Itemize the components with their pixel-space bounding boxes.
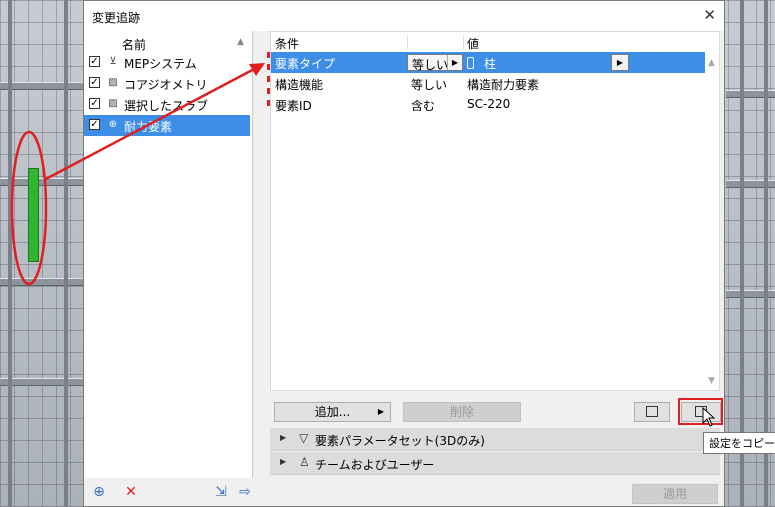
list-item-label: 耐力要素 [124, 120, 173, 134]
operator-value: 等しい [412, 58, 449, 72]
column-icon [467, 57, 474, 69]
operator-dropdown[interactable]: 等しい ▶ [407, 54, 463, 72]
search-element-icon: ⊕ [108, 119, 118, 130]
annotation-dash [267, 76, 270, 82]
expand-triangle-icon[interactable]: ▶ [280, 457, 286, 466]
model-slab [0, 378, 90, 386]
copy-settings-button[interactable] [681, 402, 721, 422]
model-column [8, 0, 12, 507]
criteria-operator: 含む [411, 99, 436, 113]
checkbox[interactable]: ✓ [89, 77, 100, 88]
criteria-scrollbar[interactable]: ▲ ▼ [705, 52, 719, 390]
section-team-users[interactable]: ▶ ♙ チームおよびユーザー [270, 452, 720, 475]
chevron-right-icon: ▶ [377, 407, 384, 416]
delete-icon[interactable]: ✕ [122, 483, 140, 501]
add-button[interactable]: 追加... ▶ [274, 402, 391, 422]
criteria-value-text: 柱 [484, 57, 497, 71]
apply-button[interactable]: 適用 [632, 484, 718, 504]
section-element-parameter-set[interactable]: ▶ ▽ 要素パラメータセット(3Dのみ) [270, 428, 720, 451]
value-dropdown[interactable]: ▶ [611, 54, 629, 71]
criteria-table: 条件 値 要素タイプ 等しい ▶ 柱 ▶ 構造機能 等しい 構造耐力要素 要素I… [270, 31, 720, 391]
list-item-core-geometry[interactable]: ✓ ▨ コアジオメトリ [84, 73, 250, 94]
criteria-value: 構造耐力要素 [467, 78, 540, 92]
add-button-label: 追加... [314, 405, 351, 419]
hatch-icon: ▨ [108, 77, 118, 88]
import-icon[interactable]: ⇲ [212, 483, 230, 501]
checkbox[interactable]: ✓ [89, 98, 100, 109]
model-slab [0, 178, 90, 186]
mep-icon: ⊻ [109, 56, 117, 67]
user-icon: ♙ [299, 455, 310, 469]
close-icon[interactable]: ✕ [703, 5, 716, 25]
model-slab [0, 82, 90, 90]
sort-up-icon[interactable]: ▲ [237, 37, 244, 47]
frame-icon [695, 406, 707, 417]
expand-triangle-icon[interactable]: ▶ [280, 433, 286, 442]
annotation-dash [267, 52, 270, 58]
copy-settings-tooltip: 設定をコピー [703, 432, 775, 454]
dialog-title: 変更追跡 [92, 11, 141, 25]
criteria-row-element-id[interactable]: 要素ID 含む SC-220 [271, 94, 705, 115]
scroll-down-icon[interactable]: ▼ [708, 376, 715, 386]
criteria-row-element-type[interactable]: 要素タイプ 等しい ▶ 柱 ▶ [271, 52, 705, 73]
criteria-row-structural-function[interactable]: 構造機能 等しい 構造耐力要素 [271, 73, 705, 94]
header-divider [407, 35, 408, 49]
hatch-icon: ▨ [108, 98, 118, 109]
checkbox[interactable]: ✓ [89, 56, 100, 67]
header-condition[interactable]: 条件 [275, 35, 299, 52]
frame-button[interactable] [634, 402, 670, 422]
scroll-up-icon[interactable]: ▲ [708, 58, 715, 68]
frame-icon [646, 406, 658, 417]
list-item-label: コアジオメトリ [124, 78, 208, 92]
list-item-label: 選択したスラブ [124, 99, 209, 113]
criteria-condition: 要素ID [275, 99, 312, 113]
delete-button[interactable]: 削除 [403, 402, 521, 422]
model-column [740, 0, 744, 507]
list-item-mep[interactable]: ✓ ⊻ MEPシステム [84, 52, 250, 73]
criteria-operator: 等しい [411, 78, 448, 92]
tracking-list-panel: 名前 ▲ ✓ ⊻ MEPシステム ✓ ▨ コアジオメトリ ✓ ▨ 選択したスラブ… [84, 31, 253, 478]
list-item-load-bearing[interactable]: ✓ ⊕ 耐力要素 [84, 115, 250, 136]
change-tracking-dialog: 変更追跡 ✕ 名前 ▲ ✓ ⊻ MEPシステム ✓ ▨ コアジオメトリ ✓ ▨ … [83, 0, 725, 507]
section-label: チームおよびユーザー [315, 458, 435, 472]
annotation-dash [267, 88, 270, 94]
list-item-label: MEPシステム [124, 57, 197, 71]
apply-button-label: 適用 [662, 487, 687, 501]
filter-icon: ▽ [299, 431, 309, 445]
checkbox[interactable]: ✓ [89, 119, 100, 130]
delete-button-label: 削除 [449, 405, 474, 419]
title-bar: 変更追跡 ✕ [84, 1, 724, 31]
dropdown-arrow-icon: ▶ [616, 58, 624, 67]
criteria-value: SC-220 [467, 97, 511, 111]
list-footer: ⊕ ✕ ⇲ ⇨ [84, 478, 252, 506]
criteria-condition: 要素タイプ [275, 57, 336, 71]
export-icon[interactable]: ⇨ [236, 483, 254, 501]
list-item-selected-slab[interactable]: ✓ ▨ 選択したスラブ [84, 94, 250, 115]
highlighted-column[interactable] [28, 168, 39, 262]
section-label: 要素パラメータセット(3Dのみ) [315, 434, 485, 448]
model-slab [0, 278, 90, 286]
header-divider [463, 35, 464, 49]
criteria-condition: 構造機能 [275, 78, 324, 92]
annotation-dash [267, 64, 270, 70]
criteria-header: 条件 値 [271, 34, 707, 52]
list-header-name[interactable]: 名前 [122, 36, 146, 53]
criteria-value: 柱 [467, 55, 496, 72]
header-value[interactable]: 値 [467, 35, 479, 52]
model-column [764, 0, 768, 507]
annotation-dash [267, 100, 270, 106]
add-criteria-icon[interactable]: ⊕ [90, 483, 108, 501]
list-header: 名前 ▲ [84, 35, 250, 53]
dropdown-arrow-icon: ▶ [447, 55, 462, 70]
model-column [64, 0, 68, 507]
